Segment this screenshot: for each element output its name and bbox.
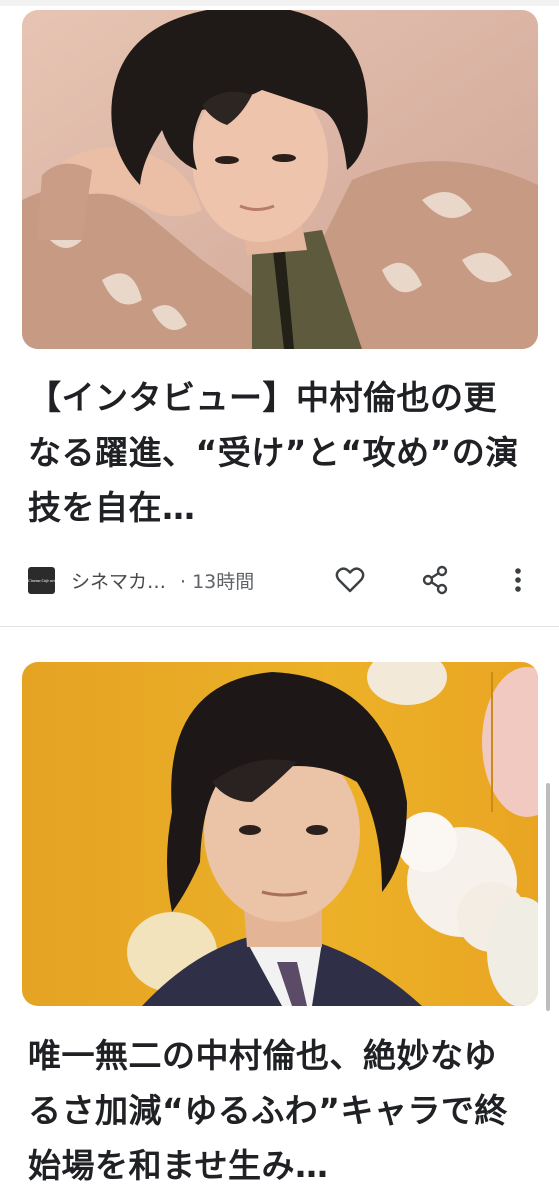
article-headline[interactable]: 唯一無二の中村倫也、絶妙なゆるさ加減“ゆるふわ”キャラで終始場を和ませ生み…	[28, 1028, 528, 1193]
portrait-photo	[22, 662, 538, 1006]
source-logo: Cinema Cafe.net	[28, 566, 55, 594]
article-headline[interactable]: 【インタビュー】中村倫也の更なる躍進、“受け”と“攻め”の演技を自在…	[28, 370, 528, 535]
article-thumbnail[interactable]	[22, 10, 538, 349]
scrollbar[interactable]	[546, 783, 550, 1011]
published-time: · 13時間	[180, 570, 255, 593]
share-button[interactable]	[417, 562, 453, 598]
article-thumbnail[interactable]	[22, 662, 538, 1006]
share-icon	[422, 565, 448, 595]
status-bar-strip	[0, 0, 559, 6]
heart-outline-icon	[335, 567, 365, 593]
like-button[interactable]	[332, 562, 368, 598]
source-name[interactable]: シネマカ…	[71, 567, 166, 594]
article-actions	[332, 562, 538, 598]
card-divider	[0, 626, 559, 627]
more-vertical-icon	[515, 568, 521, 592]
portrait-photo	[22, 10, 538, 349]
more-options-button[interactable]	[500, 562, 536, 598]
source-logo-text: Cinema Cafe.net	[28, 577, 55, 583]
article-meta: Cinema Cafe.net シネマカ… · 13時間	[28, 562, 538, 598]
